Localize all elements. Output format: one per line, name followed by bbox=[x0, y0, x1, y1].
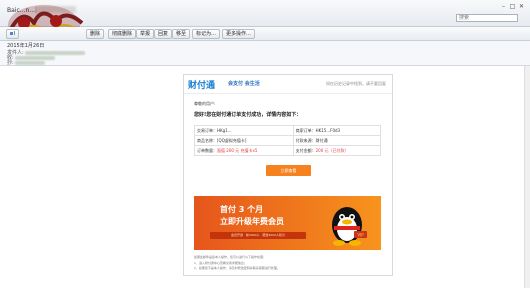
permanent-delete-button[interactable]: 彻底删除 bbox=[108, 29, 137, 39]
message-date: 2015年1月26日 bbox=[7, 43, 45, 49]
email-headline: 您好!您在财付通订单支付成功，详情内容如下： bbox=[194, 112, 302, 118]
minimize-icon[interactable]: – bbox=[500, 3, 507, 10]
more-actions-button[interactable]: 更多操作… bbox=[222, 29, 256, 39]
vip-promo-banner[interactable]: 首付 3 个月 立即升级年费会员 会员开通 · 前3000人 · 赠送2000人… bbox=[194, 196, 381, 250]
svg-text:VIP: VIP bbox=[357, 233, 364, 238]
email-header: 财付通 会支付 会生活 如在历史记录中找到，请不要回复 bbox=[184, 75, 392, 94]
delete-button[interactable]: 删除 bbox=[86, 29, 105, 39]
qq-penguin-icon: VIP bbox=[332, 207, 367, 246]
email-tips: 如果此邮件是您本人操作，您可以进行以下操作处理： 1、进入财付通中心查看交易详细… bbox=[194, 255, 384, 272]
table-row: 商品名称：[QQ虚拟充值卡] 付款来源：财付通 bbox=[194, 135, 382, 146]
redacted-cc bbox=[15, 60, 46, 65]
mark-as-button[interactable]: 标记为… bbox=[192, 29, 221, 39]
vertical-scrollbar[interactable] bbox=[524, 66, 530, 288]
table-row: 订单数量：面值 200 元 充值卡x5 支付金额：200 元（已付款） bbox=[194, 145, 382, 156]
greeting: 尊敬的用户: bbox=[194, 101, 216, 106]
close-icon[interactable]: ✕ bbox=[518, 3, 525, 10]
menu-button[interactable]: Ⅰ bbox=[6, 29, 20, 39]
cc-row: 抄: bbox=[7, 59, 46, 66]
header-hint: 如在历史记录中找到，请不要回复 bbox=[326, 81, 386, 86]
view-order-button[interactable]: 立即查看 bbox=[266, 165, 311, 176]
banner-line-3: 会员开通 · 前3000人 · 赠送2000人积分 bbox=[210, 232, 306, 239]
banner-line-1: 首付 3 个月 bbox=[220, 205, 264, 214]
message-toolbar: Ⅰ 删除 彻底删除 举报 回复 移至 标记为… 更多操作… bbox=[0, 27, 530, 41]
window-controls: – □ ✕ bbox=[500, 3, 525, 10]
order-table: 交易订单：HKg1... 商家订单：HK15...F0d3 商品名称：[QQ虚拟… bbox=[194, 125, 382, 156]
reply-button[interactable]: 回复 bbox=[154, 29, 173, 39]
report-button[interactable]: 举报 bbox=[136, 29, 155, 39]
maximize-icon[interactable]: □ bbox=[509, 3, 516, 10]
merchant-order: 商家订单：HK15...F0d3 bbox=[292, 125, 382, 136]
payment-source: 付款来源：财付通 bbox=[292, 135, 382, 146]
banner-line-2: 立即升级年费会员 bbox=[220, 217, 284, 226]
table-row: 交易订单：HKg1... 商家订单：HK15...F0d3 bbox=[194, 125, 382, 136]
email-content: 财付通 会支付 会生活 如在历史记录中找到，请不要回复 尊敬的用户: 您好!您在… bbox=[183, 74, 393, 276]
order-label: 交易订单：HKg1... bbox=[194, 125, 294, 136]
move-to-button[interactable]: 移至 bbox=[172, 29, 191, 39]
search-input[interactable]: 搜索 bbox=[456, 14, 518, 22]
order-quantity: 订单数量：面值 200 元 充值卡x5 bbox=[194, 145, 294, 156]
payment-amount: 支付金额：200 元（已付款） bbox=[292, 145, 382, 156]
product-name: 商品名称：[QQ虚拟充值卡] bbox=[194, 135, 294, 146]
brand-slogan: 会支付 会生活 bbox=[228, 81, 260, 87]
menu-icon bbox=[10, 32, 13, 35]
tenpay-logo: 财付通 bbox=[188, 81, 216, 91]
message-header: 2015年1月26日 发件人: 收: 抄: bbox=[0, 41, 530, 66]
tip-line: 2、如果您不是本人操作，请及时修改密码并联系客服进行处理。 bbox=[194, 266, 280, 270]
